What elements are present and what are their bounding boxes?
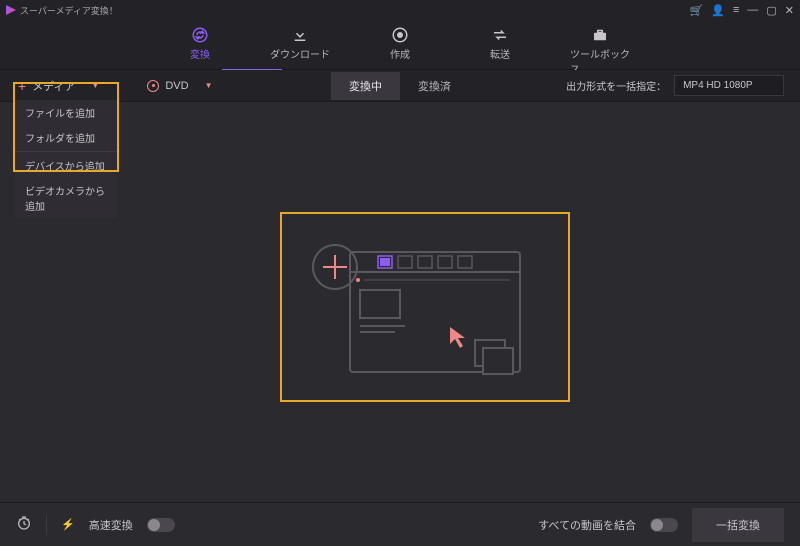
- nav-toolbox[interactable]: ツールボックス: [570, 26, 630, 76]
- bottom-bar: ⚡ 高速変換 すべての動画を結合 一括変換: [0, 502, 800, 546]
- add-dvd-button[interactable]: DVD ▼: [147, 80, 212, 92]
- tab-converting[interactable]: 変換中: [331, 72, 400, 100]
- media-dropdown: ファイルを追加 フォルダを追加 デバイスから追加 ビデオカメラから追加: [15, 100, 117, 218]
- minimize-icon[interactable]: —: [747, 4, 758, 16]
- add-media-button[interactable]: + メディア ▼: [18, 78, 99, 94]
- user-icon[interactable]: 👤: [711, 4, 725, 17]
- menu-add-camera[interactable]: ビデオカメラから追加: [15, 178, 117, 218]
- download-icon: [291, 26, 309, 44]
- top-nav: 変換 ダウンロード 作成 転送 ツールボックス: [0, 20, 800, 70]
- nav-create-label: 作成: [390, 46, 410, 61]
- merge-all-toggle[interactable]: [650, 518, 678, 532]
- nav-transfer[interactable]: 転送: [470, 26, 530, 61]
- create-icon: [391, 26, 409, 44]
- transfer-icon: [491, 26, 509, 44]
- nav-convert-label: 変換: [190, 46, 210, 61]
- drop-illustration: [300, 232, 550, 392]
- cart-icon[interactable]: 🛒: [690, 4, 704, 17]
- convert-icon: [191, 26, 209, 44]
- fast-convert-label: 高速変換: [89, 517, 133, 533]
- output-format-label: 出力形式を一括指定：: [566, 78, 666, 93]
- maximize-icon[interactable]: ▢: [766, 4, 776, 17]
- plus-icon: +: [18, 78, 26, 94]
- sub-toolbar: + メディア ▼ DVD ▼ 変換中 変換済 出力形式を一括指定： MP4 HD…: [0, 70, 800, 102]
- app-logo-icon: [6, 5, 16, 15]
- fast-convert-toggle[interactable]: [147, 518, 175, 532]
- merge-all-label: すべての動画を結合: [538, 517, 636, 533]
- chevron-down-icon: ▼: [205, 81, 213, 90]
- disc-icon: [147, 80, 159, 92]
- menu-add-device[interactable]: デバイスから追加: [15, 153, 117, 178]
- output-format-value: MP4 HD 1080P: [683, 80, 752, 91]
- output-format-select[interactable]: MP4 HD 1080P: [674, 75, 784, 96]
- menu-icon[interactable]: ≡: [733, 4, 739, 16]
- timer-icon[interactable]: [16, 515, 32, 534]
- nav-convert[interactable]: 変換: [170, 26, 230, 61]
- close-icon[interactable]: ✕: [785, 4, 794, 17]
- menu-separator: [15, 151, 117, 152]
- bolt-icon: ⚡: [61, 518, 75, 531]
- status-tabs: 変換中 変換済: [331, 72, 469, 100]
- divider: [46, 515, 47, 535]
- menu-add-folder[interactable]: フォルダを追加: [15, 125, 117, 150]
- toolbox-icon: [591, 26, 609, 44]
- main-drop-area[interactable]: [0, 102, 800, 502]
- app-title: スーパーメディア変換！: [20, 4, 118, 17]
- nav-download[interactable]: ダウンロード: [270, 26, 330, 61]
- add-media-label: メディア: [32, 78, 75, 94]
- window-controls: 🛒 👤 ≡ — ▢ ✕: [690, 4, 794, 17]
- chevron-down-icon: ▼: [91, 81, 99, 90]
- menu-add-file[interactable]: ファイルを追加: [15, 100, 117, 125]
- batch-convert-button[interactable]: 一括変換: [692, 508, 784, 542]
- tab-converted[interactable]: 変換済: [400, 72, 469, 100]
- title-bar: スーパーメディア変換！ 🛒 👤 ≡ — ▢ ✕: [0, 0, 800, 20]
- nav-create[interactable]: 作成: [370, 26, 430, 61]
- nav-transfer-label: 転送: [490, 46, 510, 61]
- output-format-area: 出力形式を一括指定： MP4 HD 1080P ▼: [566, 75, 782, 96]
- nav-download-label: ダウンロード: [270, 46, 330, 61]
- dvd-label: DVD: [165, 80, 188, 92]
